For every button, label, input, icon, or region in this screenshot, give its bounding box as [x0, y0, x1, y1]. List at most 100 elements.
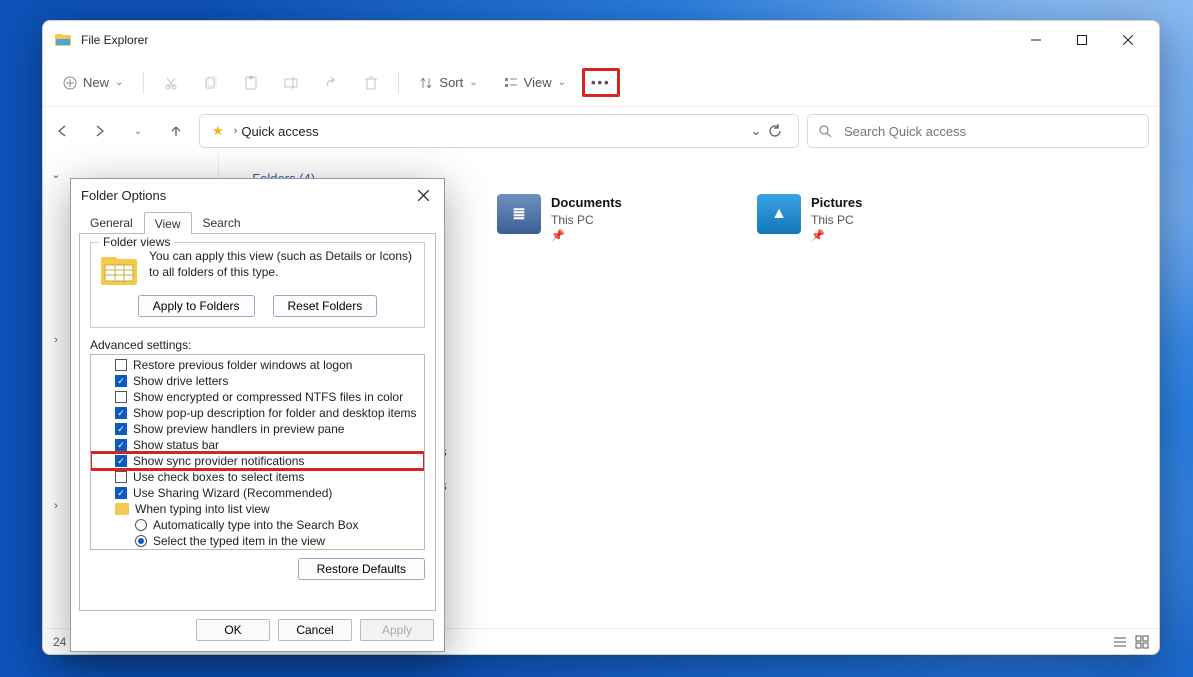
folder-card[interactable]: ≣DocumentsThis PC📌	[497, 194, 707, 244]
minimize-button[interactable]	[1013, 24, 1059, 56]
ok-button[interactable]: OK	[196, 619, 270, 641]
checkbox-icon: ✓	[115, 407, 127, 419]
chevron-right-icon: ›	[49, 334, 63, 346]
forward-button[interactable]	[85, 116, 115, 146]
maximize-button[interactable]	[1059, 24, 1105, 56]
advanced-radio-option[interactable]: Automatically type into the Search Box	[91, 517, 424, 533]
option-label: Use check boxes to select items	[133, 470, 304, 484]
up-button[interactable]	[161, 116, 191, 146]
star-icon: ★	[212, 123, 224, 139]
advanced-settings-list[interactable]: Restore previous folder windows at logon…	[90, 354, 425, 550]
option-label: Show encrypted or compressed NTFS files …	[133, 390, 403, 404]
advanced-checkbox-option[interactable]: ✓Show sync provider notifications	[91, 453, 424, 469]
dialog-titlebar: Folder Options	[71, 179, 444, 211]
option-label: Use Sharing Wizard (Recommended)	[133, 486, 332, 500]
tab-view[interactable]: View	[144, 212, 192, 234]
apply-button[interactable]: Apply	[360, 619, 434, 641]
share-icon	[324, 76, 338, 90]
navigation-row: ⌄ ★ › Quick access ⌄	[43, 107, 1159, 155]
dialog-body: Folder views You can apply this view (su…	[79, 233, 436, 611]
advanced-checkbox-option[interactable]: Show encrypted or compressed NTFS files …	[91, 389, 424, 405]
option-label: Show drive letters	[133, 374, 228, 388]
chevron-down-icon: ⌄	[469, 77, 477, 88]
cancel-button[interactable]: Cancel	[278, 619, 352, 641]
folder-name: Pictures	[811, 194, 862, 212]
details-view-button[interactable]	[1113, 635, 1127, 649]
search-input[interactable]	[842, 123, 1138, 140]
ellipsis-icon: •••	[591, 75, 611, 90]
rename-button[interactable]	[274, 70, 308, 96]
folder-card[interactable]: ▲PicturesThis PC📌	[757, 194, 967, 244]
advanced-checkbox-option[interactable]: ✓Show status bar	[91, 437, 424, 453]
view-icon	[504, 76, 518, 90]
paste-icon	[244, 76, 258, 90]
advanced-checkbox-option[interactable]: ✓ Use Sharing Wizard (Recommended)	[91, 485, 424, 501]
dialog-footer: OK Cancel Apply	[71, 619, 444, 651]
restore-defaults-button[interactable]: Restore Defaults	[298, 558, 425, 580]
address-dropdown-button[interactable]: ⌄	[744, 123, 768, 139]
toolbar-separator	[143, 72, 144, 94]
folder-name: Documents	[551, 194, 622, 212]
search-icon	[818, 124, 832, 138]
folder-views-legend: Folder views	[99, 235, 174, 249]
window-title: File Explorer	[81, 33, 148, 47]
checkbox-icon: ✓	[115, 375, 127, 387]
advanced-checkbox-option[interactable]: ✓ Show drive letters	[91, 373, 424, 389]
cut-button[interactable]	[154, 70, 188, 96]
chevron-down-icon: ⌄	[134, 126, 142, 137]
checkbox-icon: ✓	[115, 439, 127, 451]
folder-meta: DocumentsThis PC📌	[551, 194, 622, 244]
new-label: New	[83, 75, 109, 90]
checkbox-icon	[115, 359, 127, 371]
toolbar-separator	[398, 72, 399, 94]
apply-to-folders-button[interactable]: Apply to Folders	[138, 295, 255, 317]
search-box[interactable]	[807, 114, 1149, 148]
breadcrumb-separator: ›	[234, 125, 238, 137]
delete-icon	[364, 76, 378, 90]
back-button[interactable]	[47, 116, 77, 146]
sort-menu-button[interactable]: Sort ⌄	[409, 69, 487, 96]
new-menu-button[interactable]: New ⌄	[53, 69, 133, 96]
advanced-radio-option[interactable]: Select the typed item in the view	[91, 533, 424, 549]
tab-search[interactable]: Search	[192, 211, 252, 233]
advanced-checkbox-option[interactable]: Restore previous folder windows at logon	[91, 357, 424, 373]
share-button[interactable]	[314, 70, 348, 96]
command-toolbar: New ⌄ Sort ⌄ View ⌄ •••	[43, 59, 1159, 107]
advanced-checkbox-option[interactable]: ✓ Show pop-up description for folder and …	[91, 405, 424, 421]
dialog-tabs: General View Search	[71, 211, 444, 233]
checkbox-icon: ✓	[115, 423, 127, 435]
address-bar[interactable]: ★ › Quick access ⌄	[199, 114, 799, 148]
advanced-group-header: When typing into list view	[91, 501, 424, 517]
refresh-button[interactable]	[768, 124, 792, 138]
folder-options-dialog: Folder Options General View Search Folde…	[70, 178, 445, 652]
checkbox-icon: ✓	[115, 487, 127, 499]
radio-icon	[135, 519, 147, 531]
folder-meta: PicturesThis PC📌	[811, 194, 862, 244]
option-label: Show sync provider notifications	[133, 454, 304, 468]
copy-button[interactable]	[194, 70, 228, 96]
option-label: Show pop-up description for folder and d…	[133, 406, 417, 420]
advanced-checkbox-option[interactable]: Use check boxes to select items	[91, 469, 424, 485]
pin-icon: 📌	[811, 229, 862, 244]
breadcrumb-location[interactable]: Quick access	[241, 124, 318, 139]
advanced-checkbox-option[interactable]: ✓Show preview handlers in preview pane	[91, 421, 424, 437]
rename-icon	[284, 76, 298, 90]
paste-button[interactable]	[234, 70, 268, 96]
dialog-title: Folder Options	[81, 188, 166, 203]
close-button[interactable]	[1105, 24, 1151, 56]
folder-views-group: Folder views You can apply this view (su…	[90, 242, 425, 328]
more-options-button[interactable]: •••	[582, 68, 620, 97]
pin-icon: 📌	[551, 229, 622, 244]
folder-sublocation: This PC	[811, 212, 862, 229]
tab-general[interactable]: General	[79, 211, 144, 233]
advanced-settings-label: Advanced settings:	[90, 338, 425, 352]
thumbnails-view-button[interactable]	[1135, 635, 1149, 649]
view-menu-button[interactable]: View ⌄	[494, 69, 576, 96]
chevron-right-icon: ›	[49, 500, 63, 512]
folder-icon: ▲	[757, 194, 801, 234]
recent-locations-button[interactable]: ⌄	[123, 116, 153, 146]
reset-folders-button[interactable]: Reset Folders	[273, 295, 378, 317]
dialog-close-button[interactable]	[404, 181, 442, 209]
delete-button[interactable]	[354, 70, 388, 96]
folder-views-icon	[99, 253, 139, 287]
